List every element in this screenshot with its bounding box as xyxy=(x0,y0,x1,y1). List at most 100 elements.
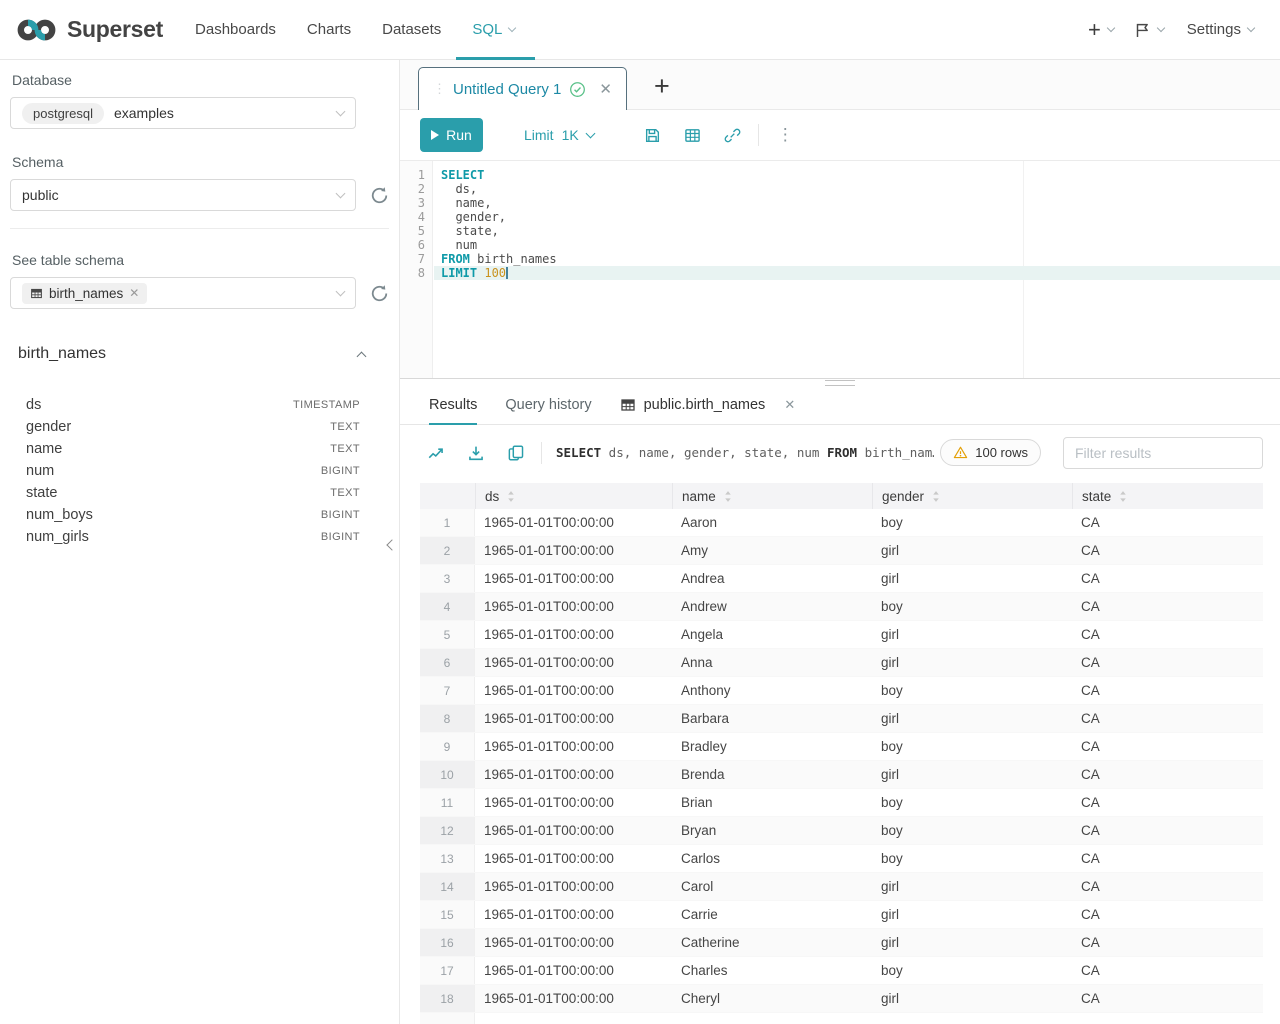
data-cell: boy xyxy=(872,957,1072,984)
tab-table-preview[interactable]: public.birth_names ✕ xyxy=(620,385,796,425)
column-header-ds[interactable]: ds xyxy=(475,483,672,509)
copy-link-button[interactable] xyxy=(724,127,741,144)
column-name: name xyxy=(26,441,62,457)
collapse-sidebar-handle[interactable] xyxy=(388,536,396,554)
table-row: 61965-01-01T00:00:00AnnagirlCA xyxy=(420,649,1263,677)
download-icon xyxy=(467,444,485,462)
tab-query-history-label: Query history xyxy=(505,397,591,413)
run-query-button[interactable]: Run xyxy=(420,118,483,152)
tab-results-label: Results xyxy=(429,397,477,413)
refresh-tables-button[interactable] xyxy=(369,284,389,303)
nav-item-label: SQL xyxy=(472,21,502,38)
sort-icon[interactable] xyxy=(716,490,732,503)
code-token: SELECT xyxy=(441,168,484,182)
table-icon xyxy=(30,287,43,300)
column-name: num_girls xyxy=(26,529,89,545)
settings-menu[interactable]: Settings xyxy=(1187,21,1254,38)
table-schema-title: birth_names xyxy=(18,345,106,363)
superset-logo[interactable]: Superset xyxy=(16,15,163,45)
line-number-gutter: 12345678 xyxy=(400,161,433,378)
line-number: 3 xyxy=(400,196,432,210)
plus-icon: + xyxy=(1088,19,1101,41)
warning-triangle-icon xyxy=(953,445,968,460)
filter-results-input[interactable] xyxy=(1063,437,1263,469)
column-header-gender[interactable]: gender xyxy=(872,483,1072,509)
data-cell: 1965-01-01T00:00:00 xyxy=(475,733,672,760)
table-row: 41965-01-01T00:00:00AndrewboyCA xyxy=(420,593,1263,621)
row-number-cell: 12 xyxy=(420,817,475,844)
nav-item-charts[interactable]: Charts xyxy=(307,0,351,60)
row-number-cell: 2 xyxy=(420,537,475,564)
line-number: 7 xyxy=(400,252,432,266)
superset-sql-lab: Superset Dashboards Charts Datasets SQL + S… xyxy=(0,0,1280,1024)
database-select[interactable]: postgresql examples xyxy=(10,97,356,129)
nav-item-dashboards[interactable]: Dashboards xyxy=(195,0,276,60)
code-token: gender, xyxy=(441,210,506,224)
explore-table-button[interactable] xyxy=(684,127,701,144)
column-name: num_boys xyxy=(26,507,93,523)
query-tab[interactable]: ⋮ Untitled Query 1 ✕ xyxy=(418,67,627,110)
language-selector[interactable] xyxy=(1133,21,1164,39)
table-row-partial xyxy=(420,1013,1263,1024)
query-tab-title: Untitled Query 1 xyxy=(453,81,561,98)
sort-icon[interactable] xyxy=(924,490,940,503)
copy-results-button[interactable] xyxy=(507,444,525,462)
database-label: Database xyxy=(12,72,389,88)
row-number-cell: 5 xyxy=(420,621,475,648)
sql-code-editor[interactable]: 12345678 SELECT ds, name, gender, state,… xyxy=(400,161,1280,378)
save-query-button[interactable] xyxy=(644,127,661,144)
more-options-icon[interactable]: ⋮ xyxy=(773,125,798,145)
table-row: 181965-01-01T00:00:00CherylgirlCA xyxy=(420,985,1263,1013)
editor-tool-icons: ⋮ xyxy=(644,124,798,146)
new-query-tab-button[interactable]: + xyxy=(654,73,670,100)
tab-query-history[interactable]: Query history xyxy=(505,385,591,425)
selected-table-name: birth_names xyxy=(49,286,123,301)
remove-table-icon[interactable]: ✕ xyxy=(129,287,139,299)
line-number: 5 xyxy=(400,224,432,238)
code-lines[interactable]: SELECT ds, name, gender, state, numFROM … xyxy=(434,161,1280,280)
header-corner-cell xyxy=(420,483,475,509)
column-header-state[interactable]: state xyxy=(1072,483,1263,509)
column-header-name[interactable]: name xyxy=(672,483,872,509)
data-cell: 1965-01-01T00:00:00 xyxy=(475,845,672,872)
data-cell: boy xyxy=(872,509,1072,536)
nav-item-sql[interactable]: SQL xyxy=(472,0,515,60)
download-csv-button[interactable] xyxy=(467,444,485,462)
preview-segment: FROM xyxy=(827,445,857,460)
create-chart-button[interactable] xyxy=(427,444,445,462)
row-limit-dropdown[interactable]: Limit 1K xyxy=(524,127,594,143)
preview-segment: SELECT xyxy=(556,445,601,460)
close-preview-tab-icon[interactable]: ✕ xyxy=(784,397,795,413)
schema-select[interactable]: public xyxy=(10,179,356,211)
row-number-cell: 7 xyxy=(420,677,475,704)
data-cell: CA xyxy=(1072,677,1263,704)
schema-column-row: numBIGINT xyxy=(18,460,381,482)
data-cell: Andrew xyxy=(672,593,872,620)
column-type: TIMESTAMP xyxy=(293,399,360,411)
refresh-schema-button[interactable] xyxy=(369,186,389,205)
tab-results[interactable]: Results xyxy=(429,385,477,425)
row-count-badge[interactable]: 100 rows xyxy=(940,439,1041,466)
table-schema-header[interactable]: birth_names xyxy=(18,345,381,363)
close-tab-icon[interactable]: ✕ xyxy=(599,80,612,98)
data-cell: Catherine xyxy=(672,929,872,956)
table-select[interactable]: birth_names ✕ xyxy=(10,277,356,309)
table-schema-label: See table schema xyxy=(12,252,389,268)
data-cell: 1965-01-01T00:00:00 xyxy=(475,789,672,816)
sort-icon[interactable] xyxy=(499,490,515,503)
nav-item-datasets[interactable]: Datasets xyxy=(382,0,441,60)
drag-handle-icon[interactable]: ⋮ xyxy=(433,81,445,97)
top-navbar: Superset Dashboards Charts Datasets SQL + S… xyxy=(0,0,1280,60)
chevron-down-icon xyxy=(1247,24,1255,32)
schema-column-row: stateTEXT xyxy=(18,482,381,504)
data-cell: 1965-01-01T00:00:00 xyxy=(475,901,672,928)
preview-segment: ds, name, gender, state, num xyxy=(601,445,827,460)
code-token: birth_names xyxy=(470,252,557,266)
sort-icon[interactable] xyxy=(1111,490,1127,503)
code-token: LIMIT xyxy=(441,266,477,280)
row-number-cell: 6 xyxy=(420,649,475,676)
new-item-button[interactable]: + xyxy=(1088,19,1114,41)
brand-name: Superset xyxy=(67,16,163,43)
chart-icon xyxy=(427,444,445,462)
data-cell: CA xyxy=(1072,537,1263,564)
